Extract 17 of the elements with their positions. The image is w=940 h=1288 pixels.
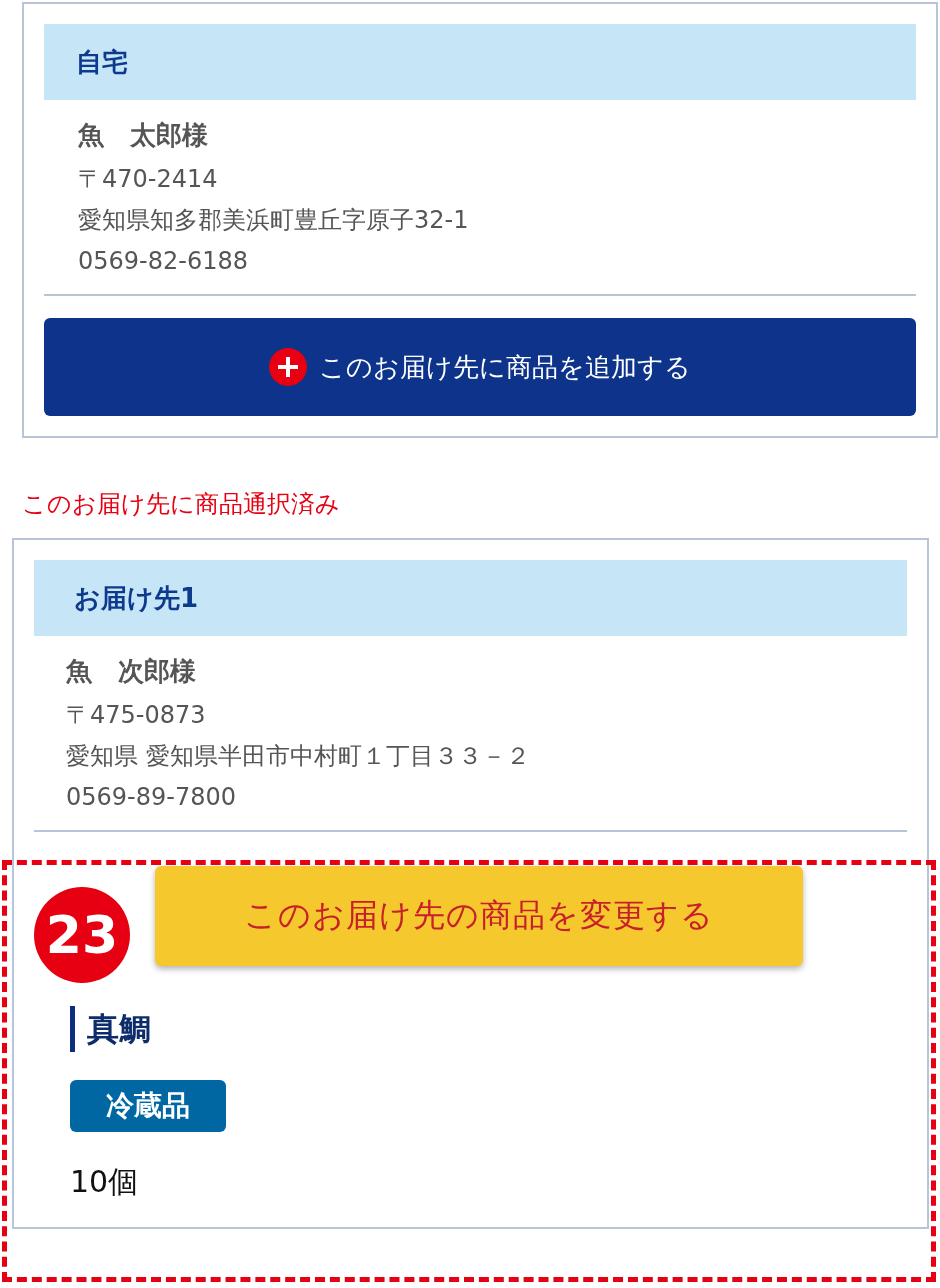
recipient-name: 魚 太郎様 [78, 119, 209, 152]
quantity-text: 10個 [70, 1163, 140, 1201]
phone-number: 0569-82-6188 [78, 246, 249, 277]
address-title: 自宅 [76, 45, 128, 79]
phone-number: 0569-89-7800 [66, 782, 237, 813]
address-text: 愛知県 愛知県半田市中村町１丁目３３－２ [66, 741, 531, 772]
change-product-button[interactable]: このお届け先の商品を変更する [155, 866, 803, 966]
recipient-name: 魚 次郎様 [66, 655, 197, 688]
selected-note: このお届け先に商品通択済み [22, 489, 341, 520]
postal-code: 〒470-2414 [78, 164, 219, 195]
storage-tag: 冷蔵品 [70, 1080, 226, 1132]
plus-icon [269, 348, 307, 386]
add-product-button[interactable]: このお届け先に商品を追加する [44, 318, 916, 416]
address-title: お届け先1 [73, 581, 199, 615]
product-name: 真鯛 [70, 1006, 151, 1052]
postal-code: 〒475-0873 [66, 700, 207, 731]
address-text: 愛知県知多郡美浜町豊丘字原子32-1 [78, 205, 470, 236]
